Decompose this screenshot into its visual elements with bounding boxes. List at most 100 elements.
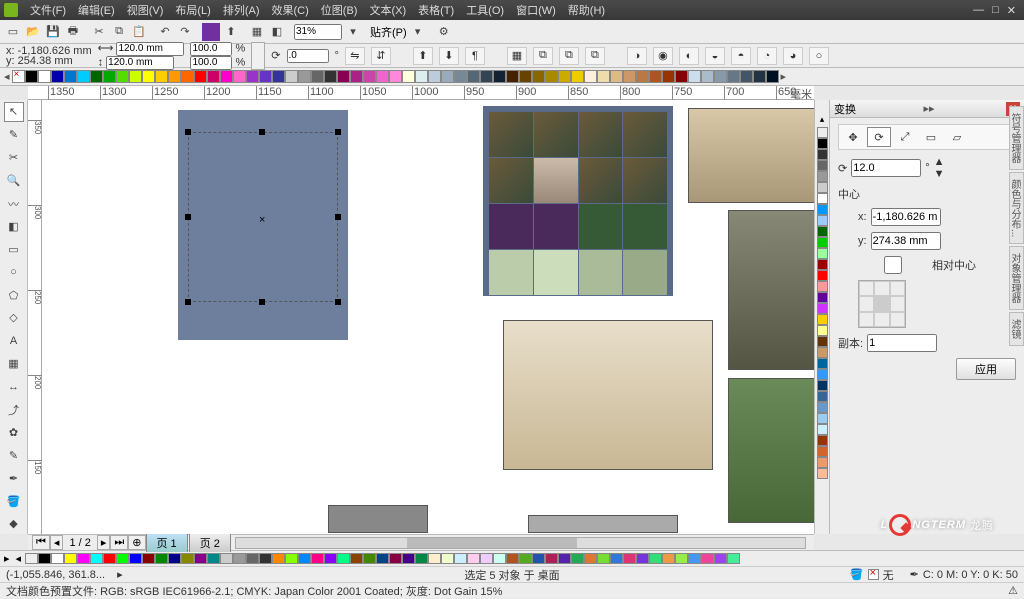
color-swatch[interactable] [77, 70, 90, 83]
zoom-tool[interactable]: 🔍 [4, 171, 24, 191]
color-swatch[interactable] [506, 70, 519, 83]
options-button[interactable]: ⚙ [435, 23, 453, 41]
mode-rotate[interactable]: ⟳ [867, 127, 891, 147]
mode-skew[interactable]: ▱ [945, 127, 969, 147]
color-swatch[interactable] [233, 70, 246, 83]
color-swatch[interactable] [766, 70, 779, 83]
color-swatch[interactable] [168, 70, 181, 83]
interactive-tool[interactable]: ✿ [4, 422, 24, 442]
color-swatch[interactable] [246, 553, 259, 564]
color-swatch[interactable] [389, 553, 402, 564]
fill-none-swatch[interactable]: × [868, 569, 879, 580]
color-swatch[interactable] [623, 553, 636, 564]
color-swatch[interactable] [272, 553, 285, 564]
color-swatch[interactable] [817, 281, 828, 292]
width-input[interactable] [116, 42, 184, 56]
color-swatch[interactable] [584, 553, 597, 564]
app-launcher-button[interactable]: ▦ [248, 23, 266, 41]
color-swatch[interactable] [90, 70, 103, 83]
paste-button[interactable]: 📋 [130, 23, 148, 41]
color-swatch[interactable] [298, 553, 311, 564]
color-swatch[interactable] [571, 70, 584, 83]
color-swatch[interactable] [610, 553, 623, 564]
welcome-button[interactable]: ◧ [268, 23, 286, 41]
color-swatch[interactable] [817, 325, 828, 336]
docker-tab-color[interactable]: 颜色与分布... [1009, 172, 1024, 244]
outline-tool[interactable]: ✒ [4, 468, 24, 488]
color-swatch[interactable] [181, 553, 194, 564]
color-swatch[interactable] [545, 553, 558, 564]
color-swatch[interactable] [519, 553, 532, 564]
cut-button[interactable]: ✂ [90, 23, 108, 41]
page-add-button[interactable]: ⊕ [128, 535, 145, 550]
color-swatch[interactable] [363, 553, 376, 564]
color-swatch[interactable] [817, 248, 828, 259]
color-swatch[interactable] [415, 553, 428, 564]
canvas[interactable]: 350300250200150 × [28, 100, 814, 534]
color-swatch[interactable] [454, 553, 467, 564]
color-swatch[interactable] [817, 193, 828, 204]
photo-4[interactable] [728, 378, 814, 523]
color-swatch[interactable] [817, 160, 828, 171]
page-last-button[interactable]: ⏭ [110, 535, 128, 550]
window-maximize-icon[interactable]: □ [988, 4, 1003, 17]
color-swatch[interactable] [246, 70, 259, 83]
color-swatch[interactable] [817, 402, 828, 413]
color-swatch[interactable] [38, 553, 51, 564]
page-first-button[interactable]: ⏮ [32, 535, 50, 550]
color-swatch[interactable] [662, 70, 675, 83]
connector-tool[interactable]: ⤴ [4, 400, 24, 420]
align-button[interactable]: ▦ [507, 47, 527, 65]
intersect-button[interactable]: ◒ [705, 47, 725, 65]
color-swatch[interactable] [285, 70, 298, 83]
photo-2[interactable] [728, 210, 814, 370]
no-color-swatch-side[interactable] [817, 127, 828, 138]
color-swatch[interactable] [441, 70, 454, 83]
color-swatch[interactable] [389, 70, 402, 83]
docker-tab-filters[interactable]: 滤镜 [1009, 312, 1024, 346]
color-swatch[interactable] [142, 553, 155, 564]
text-tool[interactable]: A [4, 331, 24, 351]
copies-input[interactable] [867, 334, 937, 352]
color-swatch[interactable] [168, 553, 181, 564]
menu-help[interactable]: 帮助(H) [562, 0, 611, 20]
no-color-swatch[interactable] [12, 70, 25, 83]
color-swatch[interactable] [817, 336, 828, 347]
scale-y-input[interactable] [190, 56, 232, 70]
center-x-input[interactable] [871, 208, 941, 226]
color-swatch[interactable] [727, 70, 740, 83]
color-swatch[interactable] [454, 70, 467, 83]
photo-3[interactable] [503, 320, 713, 470]
color-swatch[interactable] [272, 70, 285, 83]
color-swatch[interactable] [597, 70, 610, 83]
menu-tools[interactable]: 工具(O) [460, 0, 510, 20]
front-minus-button[interactable]: ◔ [757, 47, 777, 65]
color-swatch[interactable] [675, 70, 688, 83]
color-swatch[interactable] [532, 553, 545, 564]
color-swatch[interactable] [714, 70, 727, 83]
menu-view[interactable]: 视图(V) [121, 0, 170, 20]
crop-tool[interactable]: ✂ [4, 148, 24, 168]
color-swatch[interactable] [817, 435, 828, 446]
color-swatch[interactable] [817, 292, 828, 303]
color-swatch[interactable] [220, 70, 233, 83]
height-input[interactable] [106, 56, 174, 70]
color-swatch[interactable] [350, 553, 363, 564]
color-swatch[interactable] [51, 70, 64, 83]
color-swatch[interactable] [194, 70, 207, 83]
color-swatch[interactable] [428, 553, 441, 564]
color-swatch[interactable] [649, 70, 662, 83]
color-swatch[interactable] [337, 553, 350, 564]
menu-effects[interactable]: 效果(C) [266, 0, 315, 20]
menu-table[interactable]: 表格(T) [412, 0, 460, 20]
anchor-grid[interactable] [858, 280, 906, 328]
mirror-v-button[interactable]: ⇵ [371, 47, 391, 65]
color-swatch[interactable] [51, 553, 64, 564]
color-swatch[interactable] [77, 553, 90, 564]
docker-tab-symbols[interactable]: 符号管理器 [1009, 106, 1024, 170]
photo-6[interactable] [528, 515, 678, 533]
snap-label[interactable]: 贴齐(P) [370, 24, 407, 40]
spinner-down[interactable]: ▼ [934, 168, 945, 180]
color-swatch[interactable] [467, 553, 480, 564]
color-swatch[interactable] [584, 70, 597, 83]
